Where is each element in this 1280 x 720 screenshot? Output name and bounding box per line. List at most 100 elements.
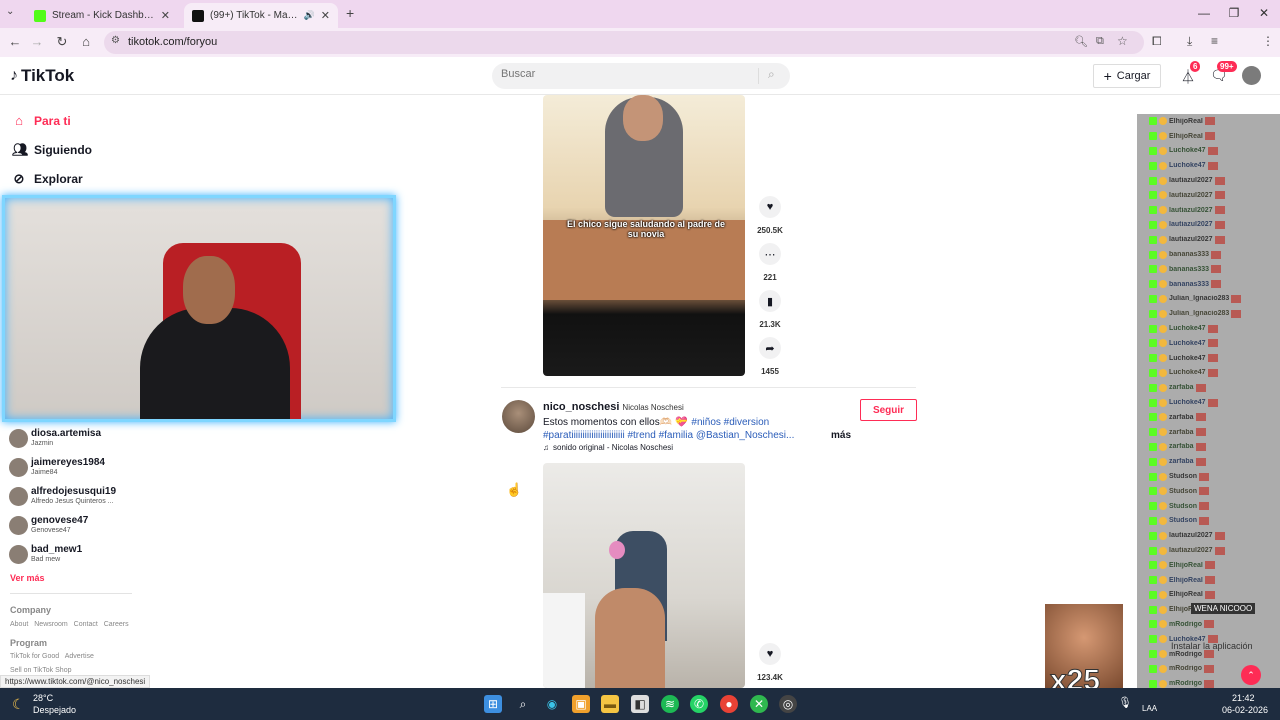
close-tab-icon[interactable]: ✕ [321,9,330,22]
mic-icon[interactable]: 🎙︎ [1118,696,1132,709]
obs-icon[interactable]: ◎ [779,695,797,713]
nav-label: Siguiendo [34,143,92,157]
taskbar-search-icon[interactable]: ⌕ [514,695,532,713]
language-indicator[interactable]: LAA [1142,704,1157,713]
footer-link[interactable]: About [10,621,28,628]
footer-link-shop[interactable]: Sell on TikTok Shop [10,667,71,674]
back-icon[interactable]: ← [6,34,24,49]
weather-desc[interactable]: Despejado [33,705,76,715]
minimize-icon[interactable]: — [1194,6,1214,20]
kick-badge-icon [1149,146,1157,155]
tab-search-icon[interactable]: ⌄ [6,6,14,17]
share-button[interactable]: ➦ [759,337,781,359]
suggested-account[interactable]: alfredojesusqui19 Alfredo Jesus Quintero… [9,486,116,506]
video-player-1[interactable]: El chico sigue saludando al padre de su … [543,95,745,376]
url-text[interactable]: tikotok.com/foryou [128,36,217,48]
forward-icon[interactable]: → [28,34,46,49]
more-link[interactable]: más [831,430,851,441]
see-more-link[interactable]: Ver más [10,573,45,583]
user-avatar[interactable] [1242,66,1261,85]
start-icon[interactable]: ⊞ [484,695,502,713]
restore-icon[interactable]: ❐ [1224,6,1244,20]
like-button[interactable]: ♥ [759,643,781,665]
nav-siguiendo[interactable]: 👥︎ Siguiendo [12,142,92,158]
sound-line[interactable]: ♫ sonido original - Nicolas Noschesi [543,443,673,452]
install-icon[interactable]: ⧉ [1096,35,1104,48]
chat-row: zarfaba [1137,410,1280,425]
like-button[interactable]: ♥ [759,196,781,218]
close-tab-icon[interactable]: ✕ [161,9,170,22]
home-icon[interactable]: ⌂ [77,34,95,49]
suggested-account[interactable]: genovese47 Genovese47 [9,515,88,535]
capture-icon[interactable]: ◧ [631,695,649,713]
nav-label: Para ti [34,113,71,128]
footer-link[interactable]: Careers [104,621,129,628]
kick-badge-icon [1149,442,1157,451]
sub-badge-icon [1159,383,1167,392]
nav-para-ti[interactable]: ⌂ Para ti [12,113,71,128]
chat-row: Julian_lgnacio283 [1137,306,1280,321]
scroll-top-button[interactable]: ⌃ [1241,665,1261,685]
footer-link[interactable]: Advertise [65,653,94,660]
hashtags[interactable]: #niños #diversion [691,417,769,428]
xbox-icon[interactable]: ✕ [750,695,768,713]
omnibox[interactable]: ⚙ tikotok.com/foryou 🔍︎ ⧉ ☆ [104,31,1144,54]
comment-button[interactable]: ⋯ [759,243,781,265]
tab-kick-dashboard[interactable]: Stream - Kick Dashboard ✕ [26,3,178,28]
footer-link[interactable]: Contact [74,621,98,628]
extensions-icon[interactable]: ⧠ [1152,34,1162,49]
explorer-icon[interactable]: ▬ [601,695,619,713]
install-app-link[interactable]: Instalar la aplicación [1171,641,1253,651]
whatsapp-icon[interactable]: ✆ [690,695,708,713]
tab-tiktok[interactable]: (99+) TikTok - Make Your Day 🔊 ✕ [184,3,338,28]
chat-row: bananas333 [1137,277,1280,292]
clock-time[interactable]: 21:42 [1232,693,1255,703]
download-icon[interactable]: ⤓ [1187,34,1192,49]
author-username[interactable]: nico_noschesi [543,401,619,413]
edge-icon[interactable]: ◉ [543,695,561,713]
follow-button[interactable]: Seguir [860,399,917,421]
save-button[interactable]: ▮ [759,290,781,312]
chat-emote-icon [1214,191,1225,200]
close-window-icon[interactable]: ✕ [1254,6,1274,20]
media-control-icon[interactable]: ≡ [1211,34,1218,48]
sub-badge-icon [1159,161,1167,170]
search-bar[interactable]: ⌕ [492,63,790,89]
hashtags[interactable]: #paratiiiiiiiiiiiiiiiiiiiiiiii #trend #f… [543,430,794,441]
spotify-icon[interactable]: ≋ [661,695,679,713]
video-player-2[interactable] [543,463,745,688]
chat-row: Luchoke47 [1137,321,1280,336]
nav-explorar[interactable]: ⊘ Explorar [12,171,83,187]
tiktok-logo[interactable]: ♪ TikTok [10,66,74,86]
footer-link[interactable]: Newsroom [34,621,67,628]
footer-link[interactable]: TikTok for Good [10,653,59,660]
clock-date[interactable]: 06-02-2026 [1222,705,1268,715]
chat-username: Julian_lgnacio283 [1169,295,1230,303]
reload-icon[interactable]: ↻ [53,34,71,50]
suggested-account[interactable]: bad_mew1 Bad mew [9,544,82,564]
sub-badge-icon [1159,576,1167,585]
suggested-account[interactable]: diosa.artemisa Jazmin [9,428,101,448]
zoom-icon[interactable]: 🔍︎ [1074,35,1088,48]
author-avatar[interactable] [502,400,535,433]
new-tab-icon[interactable]: + [346,5,354,21]
search-icon[interactable]: ⌕ [768,67,775,82]
search-input[interactable] [501,68,751,80]
sub-badge-icon [1159,117,1167,126]
audio-icon[interactable]: 🔊 [304,10,315,21]
logo-text: TikTok [21,66,75,85]
site-info-icon[interactable]: ⚙ [111,35,120,46]
chat-row: mRodrigo [1137,617,1280,632]
chat-row: lautiazul2027 [1137,232,1280,247]
chrome-icon[interactable]: ● [720,695,738,713]
chat-emote-icon [1207,161,1218,170]
kick-badge-icon [1149,679,1157,688]
bookmark-star-icon[interactable]: ☆ [1117,34,1128,48]
weather-temp[interactable]: 28°C [33,693,53,703]
upload-button[interactable]: + Cargar [1093,64,1161,88]
suggested-account[interactable]: jaimereyes1984 Jaime84 [9,457,105,477]
store-icon[interactable]: ▣ [572,695,590,713]
chat-emote-icon [1231,309,1242,318]
windows-taskbar: ☾ 28°C Despejado ⊞ ⌕ ◉ ▣ ▬ ◧ ≋ ✆ ● ✕ ◎ 🎙… [0,688,1280,720]
menu-icon[interactable]: ⋮ [1262,34,1274,48]
